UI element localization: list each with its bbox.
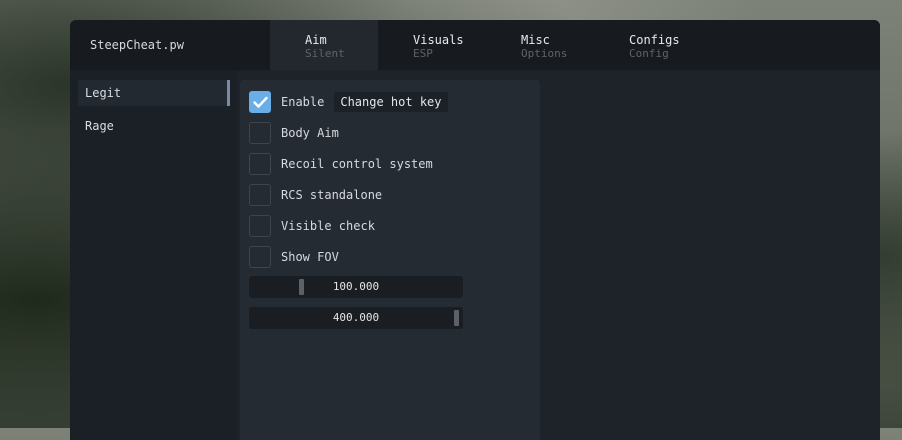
slider-value: 400.000	[332, 311, 380, 324]
options-panel: Enable Change hot key Body Aim Recoil co…	[240, 80, 540, 440]
smooth-slider[interactable]: 400.000	[249, 307, 463, 329]
tab-configs-label: Configs	[629, 33, 680, 47]
rcs-checkbox[interactable]	[249, 153, 271, 175]
tab-visuals-sub: ESP	[413, 47, 433, 60]
active-indicator	[227, 80, 230, 106]
rcs-standalone-checkbox[interactable]	[249, 184, 271, 206]
tab-aim-label: Aim	[305, 33, 327, 47]
option-row-rcs: Recoil control system	[249, 152, 433, 176]
show-fov-checkbox[interactable]	[249, 246, 271, 268]
tab-aim[interactable]: Aim Silent	[270, 20, 378, 70]
tab-misc-label: Misc	[521, 33, 550, 47]
app-title: SteepCheat.pw	[90, 38, 184, 52]
cheat-menu-window: SteepCheat.pw Aim Silent Visuals ESP Mis…	[70, 20, 880, 440]
checkmark-icon	[253, 96, 268, 108]
visible-check-checkbox[interactable]	[249, 215, 271, 237]
option-row-enable: Enable Change hot key	[249, 90, 448, 114]
tab-visuals-label: Visuals	[413, 33, 464, 47]
body-aim-label: Body Aim	[281, 126, 339, 140]
title-bar: SteepCheat.pw Aim Silent Visuals ESP Mis…	[70, 20, 880, 70]
body-aim-checkbox[interactable]	[249, 122, 271, 144]
change-hotkey-button[interactable]: Change hot key	[334, 92, 448, 112]
empty-panel	[542, 80, 880, 440]
show-fov-label: Show FOV	[281, 250, 339, 264]
sidebar: Legit Rage	[70, 70, 238, 440]
visible-check-label: Visible check	[281, 219, 375, 233]
option-row-body-aim: Body Aim	[249, 121, 339, 145]
enable-label: Enable	[281, 95, 325, 109]
rcs-standalone-label: RCS standalone	[281, 188, 383, 202]
rcs-label: Recoil control system	[281, 157, 433, 171]
option-row-rcs-standalone: RCS standalone	[249, 183, 382, 207]
fov-slider[interactable]: 100.000	[249, 276, 463, 298]
tab-configs[interactable]: Configs Config	[594, 20, 702, 70]
option-row-show-fov: Show FOV	[249, 245, 339, 269]
main-tabs: Aim Silent Visuals ESP Misc Options Conf…	[270, 20, 702, 70]
option-row-visible-check: Visible check	[249, 214, 375, 238]
sidebar-item-label: Rage	[85, 119, 114, 133]
tab-aim-sub: Silent	[305, 47, 345, 60]
slider-value: 100.000	[332, 280, 380, 293]
sidebar-item-legit[interactable]: Legit	[78, 80, 230, 106]
sidebar-item-label: Legit	[85, 86, 122, 100]
enable-checkbox[interactable]	[249, 91, 271, 113]
sidebar-item-rage[interactable]: Rage	[78, 113, 230, 139]
tab-misc[interactable]: Misc Options	[486, 20, 594, 70]
tab-misc-sub: Options	[521, 47, 568, 60]
tab-visuals[interactable]: Visuals ESP	[378, 20, 486, 70]
tab-configs-sub: Config	[629, 47, 669, 60]
